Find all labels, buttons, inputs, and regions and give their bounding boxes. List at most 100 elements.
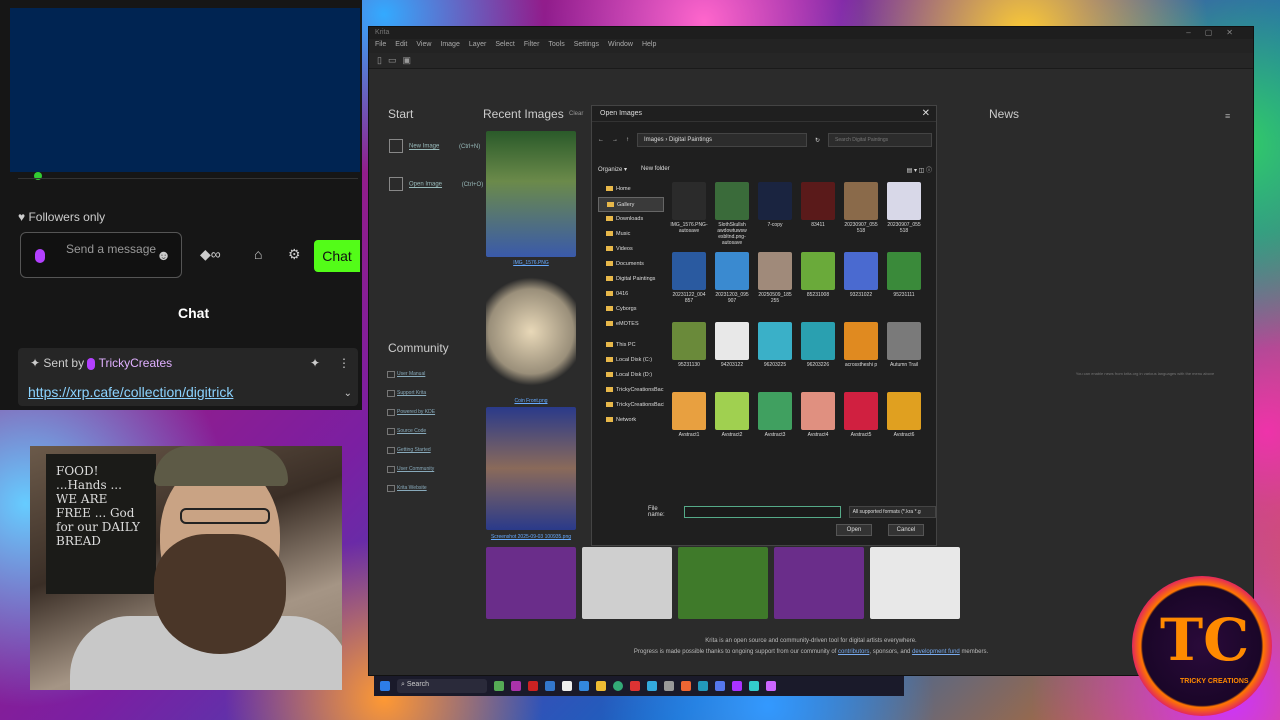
nav-item[interactable]: Network	[598, 413, 664, 428]
recent-thumb-label[interactable]: Coin Front.png	[486, 398, 576, 404]
chevron-down-icon[interactable]: ⌄	[344, 388, 352, 399]
app-icon[interactable]	[647, 681, 657, 691]
file-item[interactable]: 96203226	[799, 322, 837, 368]
community-link[interactable]: Source Code	[387, 428, 426, 435]
file-item[interactable]: 7-copy	[756, 182, 794, 228]
new-image-link[interactable]: New Image (Ctrl+N)	[389, 139, 480, 153]
nav-item[interactable]: 0416	[598, 287, 664, 302]
nav-item[interactable]: Downloads	[598, 212, 664, 227]
recent-thumb[interactable]	[774, 547, 864, 619]
refresh-icon[interactable]: ↻	[815, 137, 820, 144]
nav-item[interactable]: TrickyCreationsBac	[598, 383, 664, 398]
file-item[interactable]: Autumn Trail	[885, 322, 923, 368]
file-item[interactable]: 83411	[799, 182, 837, 228]
gift-icon[interactable]: ⌂	[254, 246, 262, 262]
organize-button[interactable]: Organize ▾	[598, 166, 627, 173]
menu-item[interactable]: View	[416, 41, 431, 51]
nav-item[interactable]: Local Disk (C:)	[598, 353, 664, 368]
file-item[interactable]: 95231111	[885, 252, 923, 298]
community-link[interactable]: Krita Website	[387, 485, 427, 492]
up-arrow-icon[interactable]: ↑	[626, 137, 629, 143]
file-item[interactable]: Avstract3	[756, 392, 794, 438]
more-options-icon[interactable]: ⋮	[338, 356, 350, 370]
app-icon[interactable]	[562, 681, 572, 691]
app-icon[interactable]	[511, 681, 521, 691]
discord-icon[interactable]	[715, 681, 725, 691]
app-icon[interactable]	[528, 681, 538, 691]
menu-item[interactable]: Filter	[524, 41, 540, 51]
nav-item[interactable]: This PC	[598, 338, 664, 353]
file-name-input[interactable]	[683, 506, 841, 518]
nav-item[interactable]: TrickyCreationsBack	[598, 398, 664, 413]
nav-item[interactable]: Home	[598, 182, 664, 197]
recent-thumb[interactable]	[678, 547, 768, 619]
community-link[interactable]: User Manual	[387, 371, 425, 378]
file-item[interactable]: 20231122_004 857	[670, 252, 708, 304]
menu-item[interactable]: Edit	[395, 41, 407, 51]
file-item[interactable]: Avstract1	[670, 392, 708, 438]
development-fund-link[interactable]: development fund	[912, 649, 960, 655]
file-item[interactable]: Avstract5	[842, 392, 880, 438]
app-icon[interactable]	[545, 681, 555, 691]
nav-item[interactable]: Cyborgs	[598, 302, 664, 317]
nav-item[interactable]: Local Disk (D:)	[598, 368, 664, 383]
nav-item[interactable]: Videos	[598, 242, 664, 257]
recent-thumb[interactable]	[582, 547, 672, 619]
file-item[interactable]: 93231022	[842, 252, 880, 298]
file-item[interactable]: Avstract6	[885, 392, 923, 438]
nav-item[interactable]: Music	[598, 227, 664, 242]
open-doc-icon[interactable]: ▭	[388, 55, 397, 66]
file-type-select[interactable]: All supported formats (*.kra *.g	[848, 506, 936, 518]
menu-item[interactable]: Settings	[574, 41, 599, 51]
menu-item[interactable]: Layer	[469, 41, 487, 51]
close-icon[interactable]: ✕	[922, 108, 930, 119]
nav-item[interactable]: eMOTES	[598, 317, 664, 332]
chat-send-button[interactable]: Chat	[314, 240, 360, 272]
file-item[interactable]: acrosstheshi p	[842, 322, 880, 368]
nav-item[interactable]: Digital Paintings	[598, 272, 664, 287]
menu-item[interactable]: Tools	[548, 41, 564, 51]
view-options-icon[interactable]: ▤ ▾ ◫ ⓘ	[907, 165, 932, 174]
recent-thumb[interactable]	[870, 547, 960, 619]
hamburger-menu-icon[interactable]: ≡	[1225, 111, 1230, 121]
cancel-button[interactable]: Cancel	[888, 524, 924, 536]
app-icon[interactable]	[630, 681, 640, 691]
file-item[interactable]: 96203225	[756, 322, 794, 368]
file-item[interactable]: 20250509_185 255	[756, 252, 794, 304]
settings-gear-icon[interactable]: ⚙	[288, 246, 301, 263]
menu-item[interactable]: File	[375, 41, 386, 51]
contributors-link[interactable]: contributors	[838, 649, 869, 655]
taskbar-search[interactable]: ⌕ Search	[397, 679, 487, 693]
new-doc-icon[interactable]: ▯	[377, 55, 382, 66]
app-icon[interactable]	[664, 681, 674, 691]
file-item[interactable]: IMG_1576.PNG-autosave	[670, 182, 708, 234]
community-link[interactable]: Powered by KDE	[387, 409, 435, 416]
recent-thumb[interactable]	[486, 547, 576, 619]
file-item[interactable]: Avstract4	[799, 392, 837, 438]
file-item[interactable]: 94203122	[713, 322, 751, 368]
emoji-icon[interactable]: ☻	[156, 247, 171, 263]
app-icon[interactable]	[579, 681, 589, 691]
message-input[interactable]: Send a message ☻	[20, 232, 182, 278]
nav-item[interactable]: Documents	[598, 257, 664, 272]
app-icon[interactable]	[681, 681, 691, 691]
path-field[interactable]: Images › Digital Paintings	[637, 133, 807, 147]
open-button[interactable]: Open	[836, 524, 872, 536]
file-item[interactable]: 95231130	[670, 322, 708, 368]
clear-recent-button[interactable]: Clear	[569, 111, 583, 117]
search-field[interactable]: Search Digital Paintings	[828, 133, 932, 147]
pin-icon[interactable]: ✦	[310, 356, 320, 370]
widgets-icon[interactable]	[494, 681, 504, 691]
windows-start-icon[interactable]	[380, 681, 390, 691]
pinned-link[interactable]: https://xrp.cafe/collection/digitrick	[28, 384, 233, 400]
community-link[interactable]: User Community	[387, 466, 434, 473]
nav-item[interactable]: Gallery	[598, 197, 664, 212]
app-icon[interactable]	[698, 681, 708, 691]
file-item[interactable]: 20230907_055 518	[842, 182, 880, 234]
menu-item[interactable]: Image	[440, 41, 459, 51]
forward-arrow-icon[interactable]: →	[612, 137, 618, 143]
app-icon[interactable]	[749, 681, 759, 691]
menu-item[interactable]: Help	[642, 41, 656, 51]
menu-item[interactable]: Window	[608, 41, 633, 51]
krita-icon[interactable]	[766, 681, 776, 691]
